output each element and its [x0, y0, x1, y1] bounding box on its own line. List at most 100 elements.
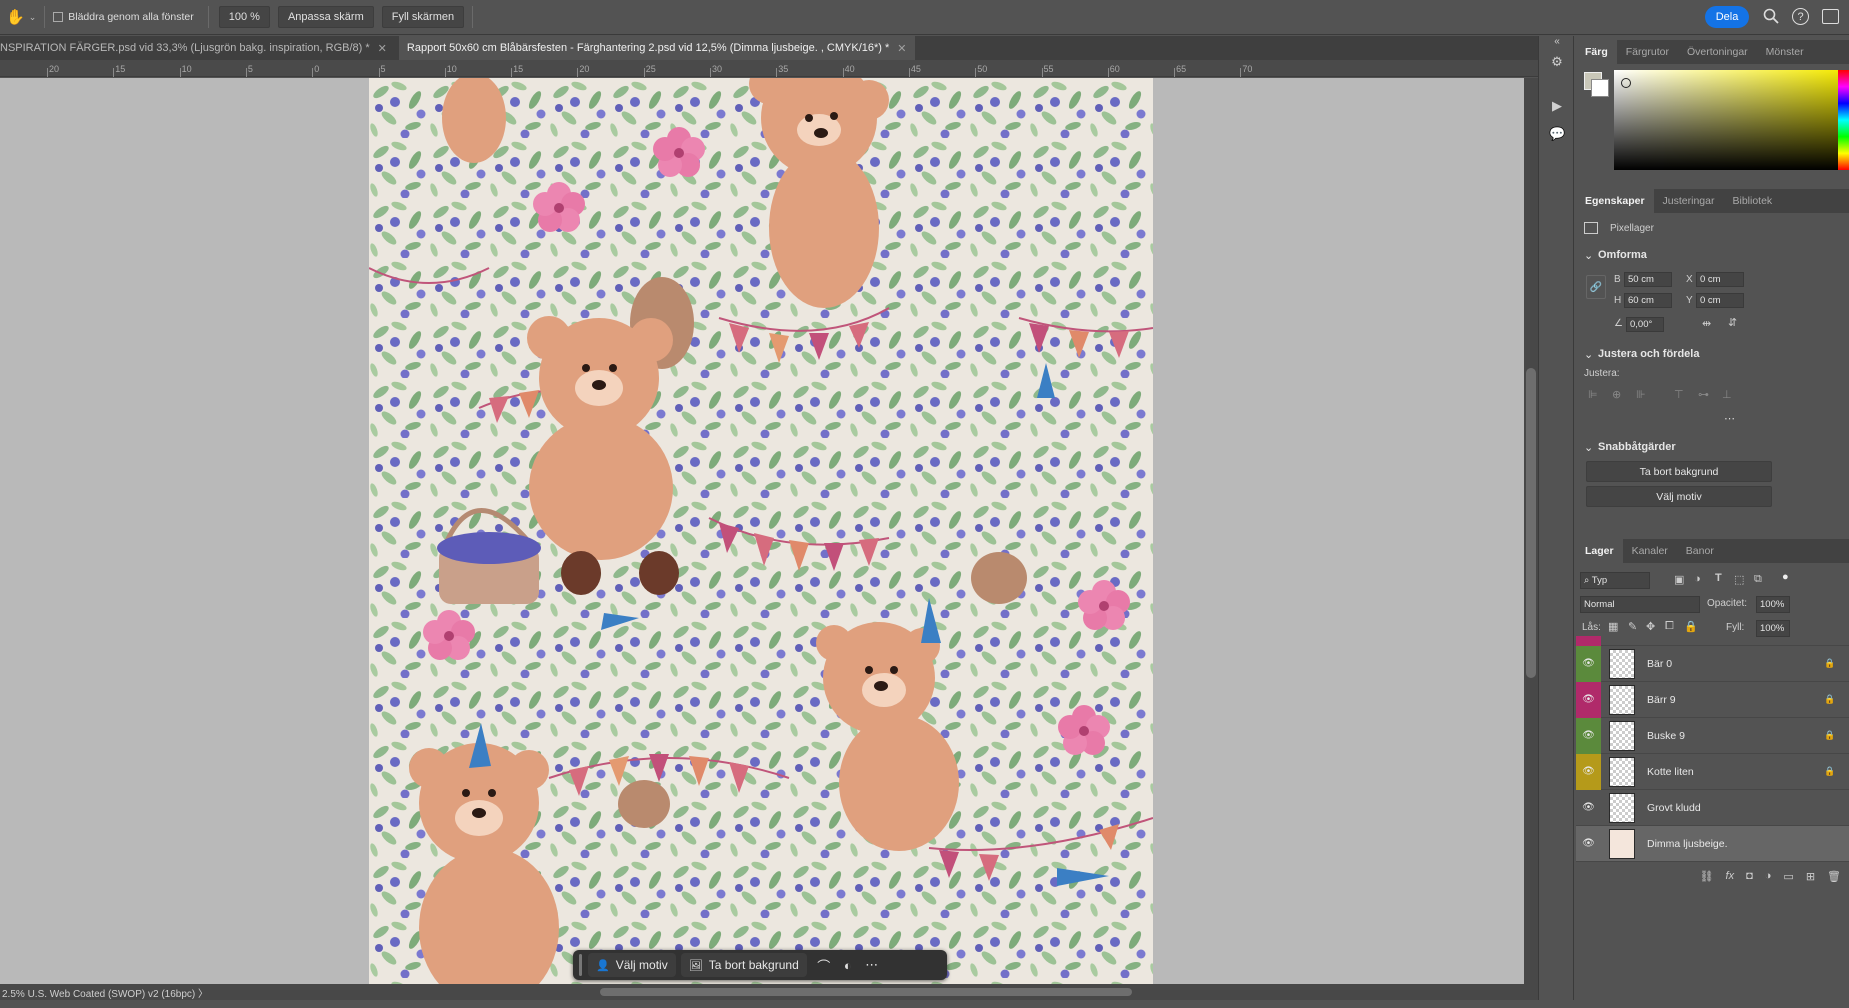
color-picker-handle[interactable] [1621, 78, 1631, 88]
document-canvas[interactable] [369, 78, 1153, 984]
tab-adjustments[interactable]: Justeringar [1654, 189, 1724, 213]
horizontal-scroll-thumb[interactable] [600, 988, 1132, 996]
layer-row[interactable]: 👁 Dimma ljusbeige. [1576, 826, 1849, 862]
scroll-all-checkbox[interactable] [53, 12, 64, 22]
delete-layer-icon[interactable]: 🗑 [1827, 870, 1841, 883]
select-subject-quick-button[interactable]: Välj motiv [1586, 486, 1772, 507]
transform-chevron-icon[interactable]: ⌄ [1584, 249, 1593, 262]
help-icon[interactable]: ? [1792, 8, 1809, 25]
close-icon[interactable]: ✕ [897, 42, 906, 55]
layer-row[interactable]: 👁 Bär 0 🔒 [1576, 645, 1849, 682]
search-icon[interactable] [1763, 8, 1779, 27]
layer-name[interactable]: Dimma ljusbeige. [1647, 838, 1849, 850]
tab-channels[interactable]: Kanaler [1623, 539, 1677, 563]
tab-paths[interactable]: Banor [1677, 539, 1723, 563]
quick-actions-chevron-icon[interactable]: ⌄ [1584, 441, 1593, 454]
more-icon[interactable]: ⋯ [860, 953, 884, 977]
y-field[interactable]: 0 cm [1696, 293, 1744, 308]
layer-name[interactable]: Buske 9 [1647, 730, 1821, 742]
filter-type-icon[interactable]: T [1715, 572, 1722, 584]
visibility-toggle[interactable]: 👁 [1576, 790, 1601, 826]
x-field[interactable]: 0 cm [1696, 272, 1744, 287]
comments-icon[interactable]: 💬 [1549, 126, 1565, 142]
remove-background-quick-button[interactable]: Ta bort bakgrund [1586, 461, 1772, 482]
tab-inspiration[interactable]: NSPIRATION FÄRGER.psd vid 33,3% (Ljusgrö… [0, 36, 395, 60]
tab-patterns[interactable]: Mönster [1757, 40, 1813, 64]
tool-preset-chevron-icon[interactable]: ⌄ [29, 12, 37, 23]
visibility-toggle[interactable]: 👁 [1576, 645, 1601, 682]
tab-gradients[interactable]: Övertoningar [1678, 40, 1757, 64]
align-middle-v-icon[interactable]: ⊶ [1698, 388, 1709, 401]
layer-name[interactable]: Bärr 9 [1647, 694, 1821, 706]
layer-thumbnail[interactable] [1609, 828, 1635, 859]
eye-icon[interactable]: 👁 [1582, 730, 1595, 741]
color-field[interactable] [1614, 70, 1844, 170]
actions-play-icon[interactable]: ▶ [1549, 98, 1565, 114]
visibility-toggle[interactable]: 👁 [1576, 753, 1601, 790]
angle-field[interactable]: 0,00° [1626, 317, 1664, 332]
filter-adjustment-icon[interactable]: ◑ [1694, 573, 1701, 585]
lock-transparency-icon[interactable]: ▦ [1608, 620, 1618, 633]
align-right-icon[interactable]: ⊪ [1636, 388, 1646, 401]
layer-thumbnail[interactable] [1609, 720, 1635, 751]
layer-row-partial[interactable] [1576, 636, 1849, 646]
layer-name[interactable]: Grovt kludd [1647, 802, 1849, 814]
eye-icon[interactable]: 👁 [1582, 658, 1595, 669]
vertical-scroll-thumb[interactable] [1526, 368, 1536, 678]
horizontal-ruler[interactable]: 20 15 10 5 0 5 10 15 20 25 30 35 40 45 50 55 60 65 70 [0, 60, 1538, 77]
eye-icon[interactable]: 👁 [1582, 766, 1595, 777]
align-bottom-icon[interactable]: ⊥ [1722, 388, 1732, 401]
add-mask-icon[interactable]: ◘ [1746, 870, 1753, 882]
filter-pixel-icon[interactable]: ▣ [1674, 573, 1684, 586]
layer-row[interactable]: 👁 Grovt kludd [1576, 790, 1849, 826]
align-chevron-icon[interactable]: ⌄ [1584, 348, 1593, 361]
layer-name[interactable]: Bär 0 [1647, 658, 1821, 670]
layer-filter-select[interactable]: ⌕ Typ [1580, 572, 1650, 589]
layer-row[interactable]: 👁 Buske 9 🔒 [1576, 717, 1849, 754]
link-layers-icon[interactable]: ⛓ [1700, 870, 1714, 883]
remove-background-button[interactable]: 🖼 Ta bort bakgrund [680, 953, 807, 977]
properties-icon[interactable]: ⚙ [1549, 54, 1565, 70]
tab-properties[interactable]: Egenskaper [1576, 189, 1654, 213]
mask-icon[interactable]: ◐ [836, 953, 860, 977]
share-button[interactable]: Dela [1705, 6, 1749, 28]
eye-icon[interactable]: 👁 [1582, 802, 1595, 813]
align-left-icon[interactable]: ⊫ [1588, 388, 1598, 401]
lasso-icon[interactable]: ⌒ [812, 953, 836, 977]
close-icon[interactable]: ✕ [378, 42, 387, 55]
filter-smart-object-icon[interactable]: ⧉ [1754, 573, 1762, 586]
tab-rapport[interactable]: Rapport 50x60 cm Blåbärsfesten - Färghan… [398, 36, 915, 60]
visibility-toggle[interactable]: 👁 [1576, 681, 1601, 718]
fill-field[interactable]: 100% [1756, 620, 1790, 637]
align-top-icon[interactable]: ⊤ [1674, 388, 1684, 401]
lock-image-icon[interactable]: ✎ [1628, 620, 1637, 633]
layer-thumbnail[interactable] [1609, 792, 1635, 823]
opacity-field[interactable]: 100% [1756, 596, 1790, 613]
adjustment-layer-icon[interactable]: ◑ [1765, 870, 1772, 882]
layer-row[interactable]: 👁 Bärr 9 🔒 [1576, 681, 1849, 718]
visibility-toggle[interactable]: 👁 [1576, 826, 1601, 862]
zoom-100-button[interactable]: 100 % [218, 6, 270, 28]
visibility-toggle[interactable]: 👁 [1576, 717, 1601, 754]
flip-vertical-icon[interactable]: ⇵ [1728, 316, 1737, 329]
collapse-panels-icon[interactable]: « [1549, 36, 1565, 52]
drag-handle[interactable] [579, 954, 582, 976]
more-options-icon[interactable]: ⋯ [1724, 412, 1735, 425]
width-field[interactable]: 50 cm [1624, 272, 1672, 287]
tab-color[interactable]: Färg [1576, 40, 1617, 64]
filter-toggle-icon[interactable]: ● [1782, 571, 1789, 583]
align-center-h-icon[interactable]: ⊕ [1612, 388, 1621, 401]
layer-name[interactable]: Kotte liten [1647, 766, 1821, 778]
eye-icon[interactable]: 👁 [1582, 838, 1595, 849]
lock-position-icon[interactable]: ✥ [1646, 620, 1655, 633]
filter-shape-icon[interactable]: ⬚ [1734, 573, 1744, 586]
workspace-icon[interactable] [1822, 9, 1839, 24]
tab-swatches[interactable]: Färgrutor [1617, 40, 1678, 64]
new-layer-icon[interactable]: ⊞ [1806, 870, 1815, 883]
lock-all-icon[interactable]: 🔒 [1684, 620, 1698, 633]
new-group-icon[interactable]: ▭ [1783, 870, 1793, 883]
link-dimensions-icon[interactable]: 🔗 [1586, 275, 1606, 299]
hand-tool-icon[interactable]: ✋ [6, 8, 25, 26]
select-subject-button[interactable]: 👤 Välj motiv [588, 953, 676, 977]
tab-layers[interactable]: Lager [1576, 539, 1623, 563]
